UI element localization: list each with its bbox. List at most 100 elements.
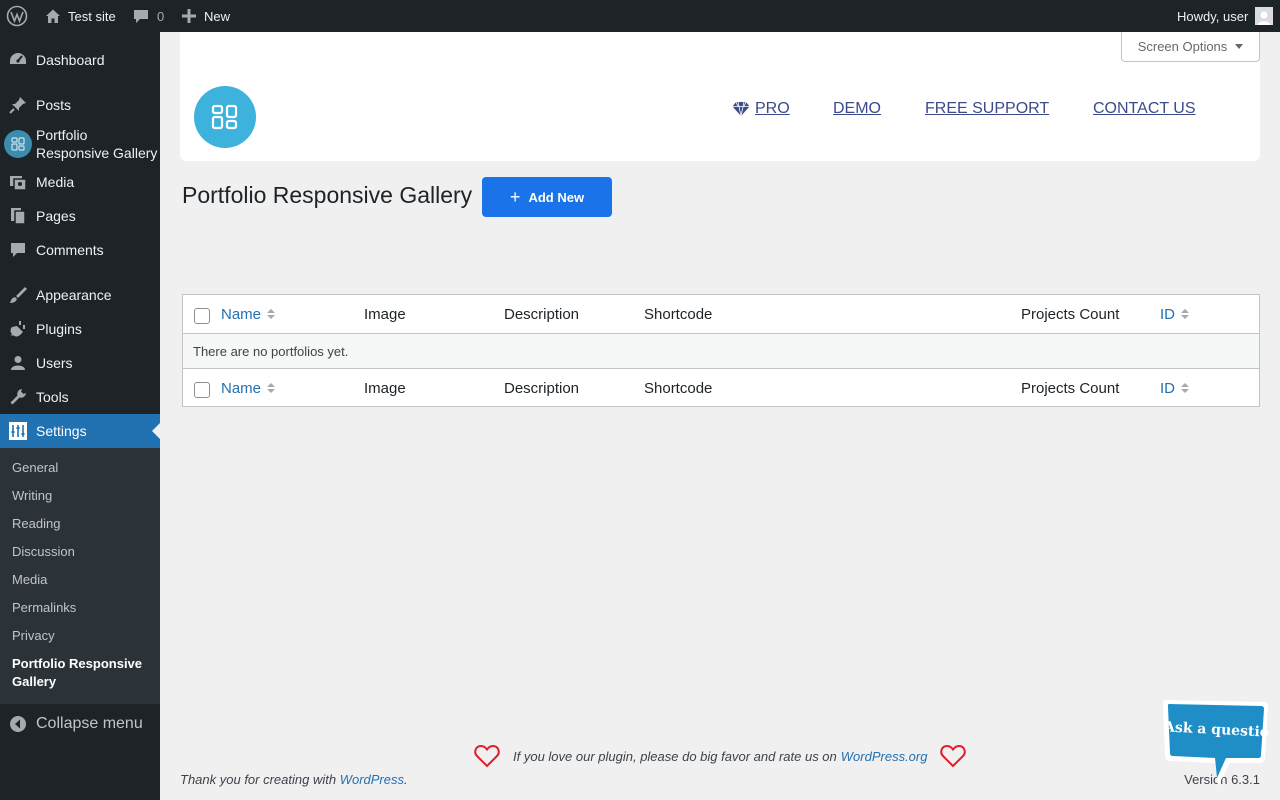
column-footer-projects-count: Projects Count [1021, 379, 1120, 397]
plus-icon: + [509, 187, 521, 207]
sidebar-item-label: Pages [36, 208, 76, 224]
ask-question-bubble[interactable]: Ask a question [1160, 696, 1270, 788]
comment-icon [133, 8, 149, 24]
sidebar-item-label: Portfolio Responsive Gallery [36, 127, 158, 161]
submenu-item-media[interactable]: Media [12, 571, 152, 589]
my-account-link[interactable]: Howdy, user [1177, 0, 1274, 32]
sidebar-item-posts[interactable]: Posts [0, 88, 160, 122]
submenu-item-portfolio-gallery[interactable]: Portfolio Responsive Gallery [12, 655, 152, 691]
wordpress-logo-icon[interactable] [6, 0, 28, 32]
gallery-grid-icon [0, 130, 36, 158]
sort-arrows-icon [267, 383, 276, 393]
submenu-item-discussion[interactable]: Discussion [12, 543, 152, 561]
admin-bar: Test site 0 New Howdy, user [0, 0, 1280, 32]
wrench-icon [0, 387, 36, 407]
wordpress-link[interactable]: WordPress [340, 772, 404, 787]
sidebar-item-portfolio-gallery[interactable]: Portfolio Responsive Gallery [0, 124, 160, 164]
column-header-description: Description [504, 305, 580, 323]
wordpress-org-link[interactable]: WordPress.org [841, 749, 928, 764]
new-content-link[interactable]: New [182, 0, 230, 32]
avatar [1255, 7, 1274, 25]
select-all-checkbox[interactable] [194, 308, 210, 324]
sidebar-item-label: Plugins [36, 321, 82, 337]
column-header-shortcode: Shortcode [644, 305, 713, 323]
media-icon [0, 172, 36, 192]
sidebar-item-label: Users [36, 355, 73, 371]
column-header-label: ID [1160, 379, 1175, 397]
submenu-item-permalinks[interactable]: Permalinks [12, 599, 152, 617]
submenu-item-writing[interactable]: Writing [12, 487, 152, 505]
sidebar-item-label: Settings [36, 423, 87, 439]
column-footer-id[interactable]: ID [1160, 369, 1189, 407]
screen-options-label: Screen Options [1137, 39, 1228, 54]
demo-link[interactable]: DEMO [833, 100, 881, 118]
sidebar-item-settings[interactable]: Settings [0, 414, 160, 448]
select-all-checkbox[interactable] [194, 382, 210, 398]
column-header-label: ID [1160, 305, 1175, 323]
collapse-arrow-icon [0, 715, 36, 733]
admin-sidebar: Dashboard Posts Portfolio Responsive Gal… [0, 32, 160, 800]
sidebar-item-label: Posts [36, 97, 72, 113]
howdy-text: Howdy, user [1177, 8, 1249, 24]
column-footer-description: Description [504, 379, 580, 397]
add-new-button[interactable]: + Add New [482, 177, 612, 217]
footer-period: . [404, 772, 408, 787]
brush-icon [0, 285, 36, 305]
settings-sliders-icon [0, 422, 36, 440]
sidebar-item-label: Comments [36, 242, 104, 258]
rate-text: If you love our plugin, please do big fa… [513, 748, 837, 764]
settings-submenu: General Writing Reading Discussion Media… [0, 448, 160, 704]
submenu-item-privacy[interactable]: Privacy [12, 627, 152, 645]
plugin-icon [0, 319, 36, 339]
sidebar-item-label: Media [36, 174, 75, 190]
caret-down-icon [1235, 44, 1244, 49]
column-header-name[interactable]: Name [221, 295, 276, 333]
column-footer-image: Image [364, 379, 406, 397]
column-header-image: Image [364, 305, 406, 323]
sidebar-item-users[interactable]: Users [0, 346, 160, 380]
sidebar-item-comments[interactable]: Comments [0, 233, 160, 267]
table-header-row: Name Image Description Shortcode Project… [183, 295, 1259, 333]
sidebar-item-appearance[interactable]: Appearance [0, 278, 160, 312]
submenu-item-reading[interactable]: Reading [12, 515, 152, 533]
column-header-id[interactable]: ID [1160, 295, 1189, 333]
free-support-link[interactable]: FREE SUPPORT [925, 100, 1049, 118]
column-header-label: Name [221, 305, 262, 323]
plugin-logo-icon [194, 86, 256, 148]
submenu-item-general[interactable]: General [12, 459, 152, 477]
pin-icon [0, 95, 36, 115]
site-name: Test site [68, 8, 116, 24]
sidebar-item-pages[interactable]: Pages [0, 199, 160, 233]
table-row: There are no portfolios yet. [183, 333, 1259, 369]
add-new-label: Add New [528, 189, 585, 205]
collapse-menu-button[interactable]: Collapse menu [0, 707, 160, 741]
column-footer-name[interactable]: Name [221, 369, 276, 407]
footer-thanks-text: Thank you for creating with [180, 772, 340, 787]
sidebar-item-media[interactable]: Media [0, 165, 160, 199]
diamond-icon [732, 101, 750, 117]
contact-us-link[interactable]: CONTACT US [1093, 100, 1196, 118]
pro-label: PRO [755, 100, 790, 117]
sidebar-item-plugins[interactable]: Plugins [0, 312, 160, 346]
portfolio-list-table: Name Image Description Shortcode Project… [182, 294, 1260, 407]
comments-count: 0 [157, 8, 165, 24]
plus-icon [182, 9, 196, 23]
comment-icon [0, 240, 36, 260]
sort-arrows-icon [1181, 383, 1189, 393]
sidebar-item-label: Tools [36, 389, 69, 405]
site-name-link[interactable]: Test site [44, 0, 116, 32]
screen-options-button[interactable]: Screen Options [1121, 32, 1260, 62]
rate-us-notice: If you love our plugin, please do big fa… [474, 742, 967, 770]
column-header-label: Name [221, 379, 262, 397]
sidebar-item-tools[interactable]: Tools [0, 380, 160, 414]
column-footer-shortcode: Shortcode [644, 379, 713, 397]
comments-link[interactable]: 0 [133, 0, 164, 32]
column-header-projects-count: Projects Count [1021, 305, 1120, 323]
pro-link[interactable]: PRO [732, 100, 790, 118]
home-icon [44, 7, 62, 25]
sidebar-item-label: Appearance [36, 287, 112, 303]
sidebar-item-dashboard[interactable]: Dashboard [0, 43, 160, 77]
page-title: Portfolio Responsive Gallery [182, 182, 473, 208]
table-footer-row: Name Image Description Shortcode Project… [183, 369, 1259, 407]
heart-icon [474, 744, 500, 768]
